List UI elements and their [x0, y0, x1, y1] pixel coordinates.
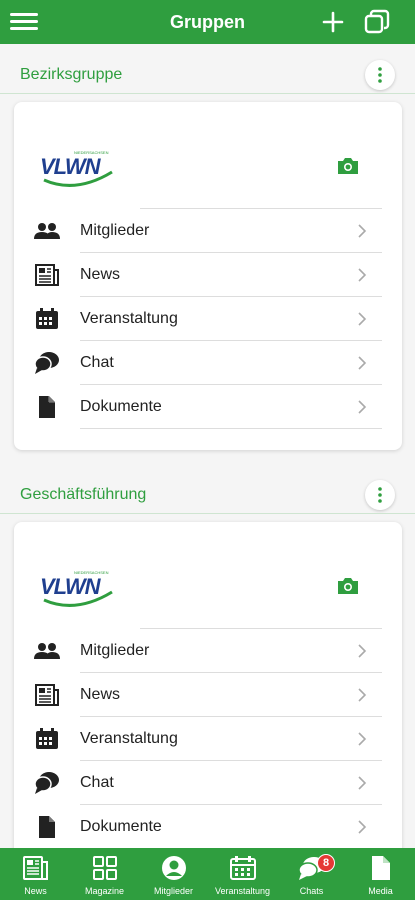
bottom-tab-veranstaltung[interactable]: Veranstaltung [208, 848, 277, 900]
app-bar: Gruppen [0, 0, 415, 44]
plus-icon[interactable] [317, 6, 349, 38]
group-menu-item-mitglieder[interactable]: Mitglieder [14, 209, 402, 253]
chevron-right-icon [356, 311, 368, 327]
vlwn-logo: NIEDERSACHSEN VLWN [40, 148, 116, 192]
menu-item-label: News [80, 686, 121, 703]
group-card: NIEDERSACHSEN VLWN Mitglieder News Veran… [14, 522, 402, 870]
people-icon [34, 219, 60, 243]
document-icon [367, 855, 395, 881]
newspaper-icon [34, 683, 60, 707]
group-menu-item-dokumente[interactable]: Dokumente [14, 805, 402, 849]
chevron-right-icon [356, 775, 368, 791]
group-menu-item-veranstaltung[interactable]: Veranstaltung [14, 297, 402, 341]
menu-item-label: Veranstaltung [80, 310, 178, 327]
more-vert-icon[interactable] [365, 60, 395, 90]
bottom-tab-label: Media [368, 886, 393, 896]
group-header: Bezirksgruppe [0, 54, 415, 94]
bottom-tab-label: News [24, 886, 47, 896]
divider [80, 428, 382, 429]
calendar-icon [34, 727, 60, 751]
group-card: NIEDERSACHSEN VLWN Mitglieder News Veran… [14, 102, 402, 450]
grid-icon [91, 855, 119, 881]
chevron-right-icon [356, 223, 368, 239]
group-header: Geschäftsführung [0, 474, 415, 514]
chat-bubbles-icon [34, 351, 60, 375]
group-menu-item-veranstaltung[interactable]: Veranstaltung [14, 717, 402, 761]
chevron-right-icon [356, 399, 368, 415]
divider [0, 93, 415, 94]
people-icon [34, 639, 60, 663]
bottom-tab-label: Mitglieder [153, 886, 193, 896]
group-menu-item-dokumente[interactable]: Dokumente [14, 385, 402, 429]
menu-item-label: Chat [80, 774, 114, 791]
group-menu-item-mitglieder[interactable]: Mitglieder [14, 629, 402, 673]
group-name: Geschäftsführung [20, 486, 147, 503]
group-menu-item-chat[interactable]: Chat [14, 341, 402, 385]
calendar-icon [34, 307, 60, 331]
group-name: Bezirksgruppe [20, 66, 123, 83]
vlwn-logo: NIEDERSACHSEN VLWN [40, 568, 116, 612]
bottom-tab-media[interactable]: Media [346, 848, 415, 900]
chevron-right-icon [356, 731, 368, 747]
menu-item-label: Veranstaltung [80, 730, 178, 747]
document-icon [34, 815, 60, 839]
menu-item-label: Dokumente [80, 398, 162, 415]
bottom-tab-news[interactable]: News [1, 848, 70, 900]
page-title: Gruppen [170, 12, 245, 32]
chevron-right-icon [356, 643, 368, 659]
chevron-right-icon [356, 687, 368, 703]
newspaper-icon [34, 263, 60, 287]
chat-bubbles-icon [34, 771, 60, 795]
hamburger-menu-icon[interactable] [10, 10, 38, 34]
bottom-tab-label: Magazine [84, 886, 125, 896]
person-icon [160, 855, 188, 881]
chevron-right-icon [356, 355, 368, 371]
calendar-icon [229, 855, 257, 881]
menu-item-label: Mitglieder [80, 222, 150, 239]
divider [0, 513, 415, 514]
svg-text:VLWN: VLWN [40, 574, 102, 599]
newspaper-icon [22, 855, 50, 881]
menu-item-label: News [80, 266, 121, 283]
chevron-right-icon [356, 267, 368, 283]
menu-item-label: Chat [80, 354, 114, 371]
group-menu-item-news[interactable]: News [14, 673, 402, 717]
unread-badge: 8 [317, 854, 335, 872]
svg-text:VLWN: VLWN [40, 154, 102, 179]
menu-item-label: Mitglieder [80, 642, 150, 659]
document-icon [34, 395, 60, 419]
chevron-right-icon [356, 819, 368, 835]
group-menu-item-news[interactable]: News [14, 253, 402, 297]
bottom-tab-label: Veranstaltung [214, 886, 271, 896]
bottom-tab-mitglieder[interactable]: Mitglieder [139, 848, 208, 900]
menu-item-label: Dokumente [80, 818, 162, 835]
camera-icon[interactable] [336, 156, 360, 176]
camera-icon[interactable] [336, 576, 360, 596]
bottom-tab-label: Chats [299, 886, 324, 896]
bottom-tab-chats[interactable]: 8 Chats [277, 848, 346, 900]
copy-icon[interactable] [361, 6, 393, 38]
group-menu-item-chat[interactable]: Chat [14, 761, 402, 805]
bottom-navigation: News Magazine Mitglieder Veranstaltung 8… [0, 848, 415, 900]
more-vert-icon[interactable] [365, 480, 395, 510]
bottom-tab-magazine[interactable]: Magazine [70, 848, 139, 900]
